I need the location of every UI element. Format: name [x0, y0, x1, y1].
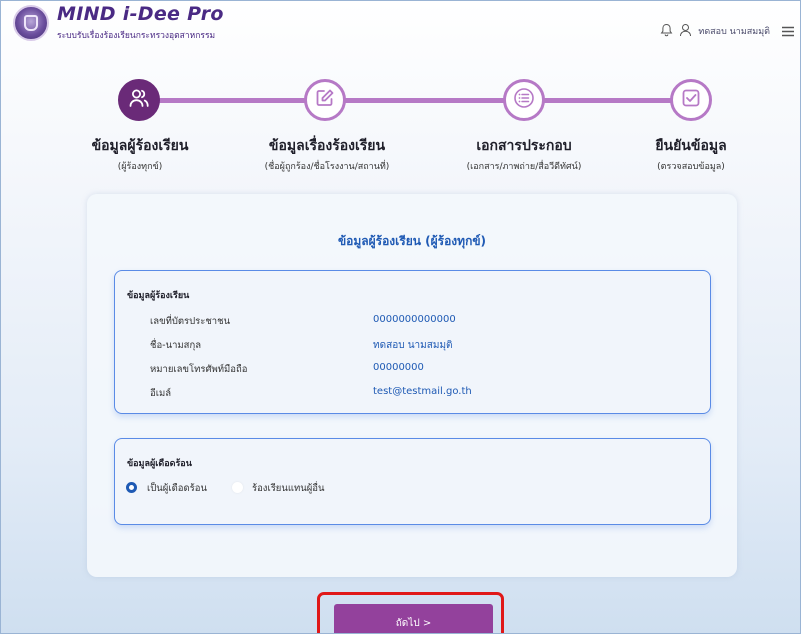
app-title: MIND i-Dee Pro [57, 3, 224, 25]
victim-heading: ข้อมูลผู้เดือดร้อน [127, 459, 192, 469]
radio-on-behalf[interactable] [232, 482, 243, 493]
people-icon [128, 87, 150, 113]
app-subtitle: ระบบรับเรื่องร้องเรียนกระทรวงอุตสาหกรรม [57, 31, 216, 41]
step-4-subtitle: (ตรวจสอบข้อมูล) [657, 162, 725, 172]
ministry-logo[interactable] [13, 5, 49, 41]
id-card-value: 0000000000000 [373, 314, 456, 325]
stepper-progress-line [139, 98, 692, 103]
step-2-subtitle: (ชื่อผู้ถูกร้อง/ชื่อโรงงาน/สถานที่) [264, 162, 390, 172]
header: MIND i-Dee Pro ระบบรับเรื่องร้องเรียนกระ… [1, 1, 800, 57]
step-4-title: ยืนยันข้อมูล [655, 138, 727, 154]
radio-on-behalf-label[interactable]: ร้องเรียนแทนผู้อื่น [252, 481, 325, 496]
form-card: ข้อมูลผู้ร้องเรียน (ผู้ร้องทุกข์) ข้อมูล… [87, 194, 737, 577]
mobile-label: หมายเลขโทรศัพท์มือถือ [150, 364, 248, 375]
step-3-title: เอกสารประกอบ [476, 138, 572, 154]
victim-info-box: ข้อมูลผู้เดือดร้อน เป็นผู้เดือดร้อน ร้อง… [114, 438, 711, 525]
email-label: อีเมล์ [150, 388, 172, 399]
step-1-circle[interactable] [118, 79, 160, 121]
step-1-subtitle: (ผู้ร้องทุกข์) [117, 162, 163, 172]
menu-icon[interactable] [782, 22, 794, 41]
radio-is-victim-label[interactable]: เป็นผู้เดือดร้อน [147, 481, 207, 496]
app-window: MIND i-Dee Pro ระบบรับเรื่องร้องเรียนกระ… [0, 0, 801, 634]
bell-icon[interactable] [660, 22, 673, 41]
full-name-label: ชื่อ-นามสกุล [150, 340, 202, 351]
step-2-circle[interactable] [304, 79, 346, 121]
radio-is-victim[interactable] [126, 482, 137, 493]
user-icon[interactable] [679, 22, 692, 41]
user-name[interactable]: ทดสอบ นามสมมุติ [698, 24, 770, 38]
header-actions: ทดสอบ นามสมมุติ [660, 23, 794, 39]
id-card-label: เลขที่บัตรประชาชน [150, 316, 231, 327]
step-1-title: ข้อมูลผู้ร้องเรียน [91, 138, 189, 154]
form-title: ข้อมูลผู้ร้องเรียน (ผู้ร้องทุกข์) [337, 234, 487, 248]
check-square-icon [681, 88, 701, 112]
list-icon [513, 87, 535, 113]
complainant-heading: ข้อมูลผู้ร้องเรียน [127, 291, 190, 301]
full-name-value: ทดสอบ นามสมมุติ [373, 340, 453, 351]
complainant-info-box: ข้อมูลผู้ร้องเรียน เลขที่บัตรประชาชน 000… [114, 270, 711, 414]
edit-icon [315, 88, 335, 112]
step-4-circle[interactable] [670, 79, 712, 121]
email-value: test@testmail.go.th [373, 386, 472, 397]
next-button[interactable]: ถัดไป > [334, 604, 493, 633]
step-3-circle[interactable] [503, 79, 545, 121]
mobile-value: 00000000 [373, 362, 424, 373]
step-2-title: ข้อมูลเรื่องร้องเรียน [268, 138, 386, 154]
